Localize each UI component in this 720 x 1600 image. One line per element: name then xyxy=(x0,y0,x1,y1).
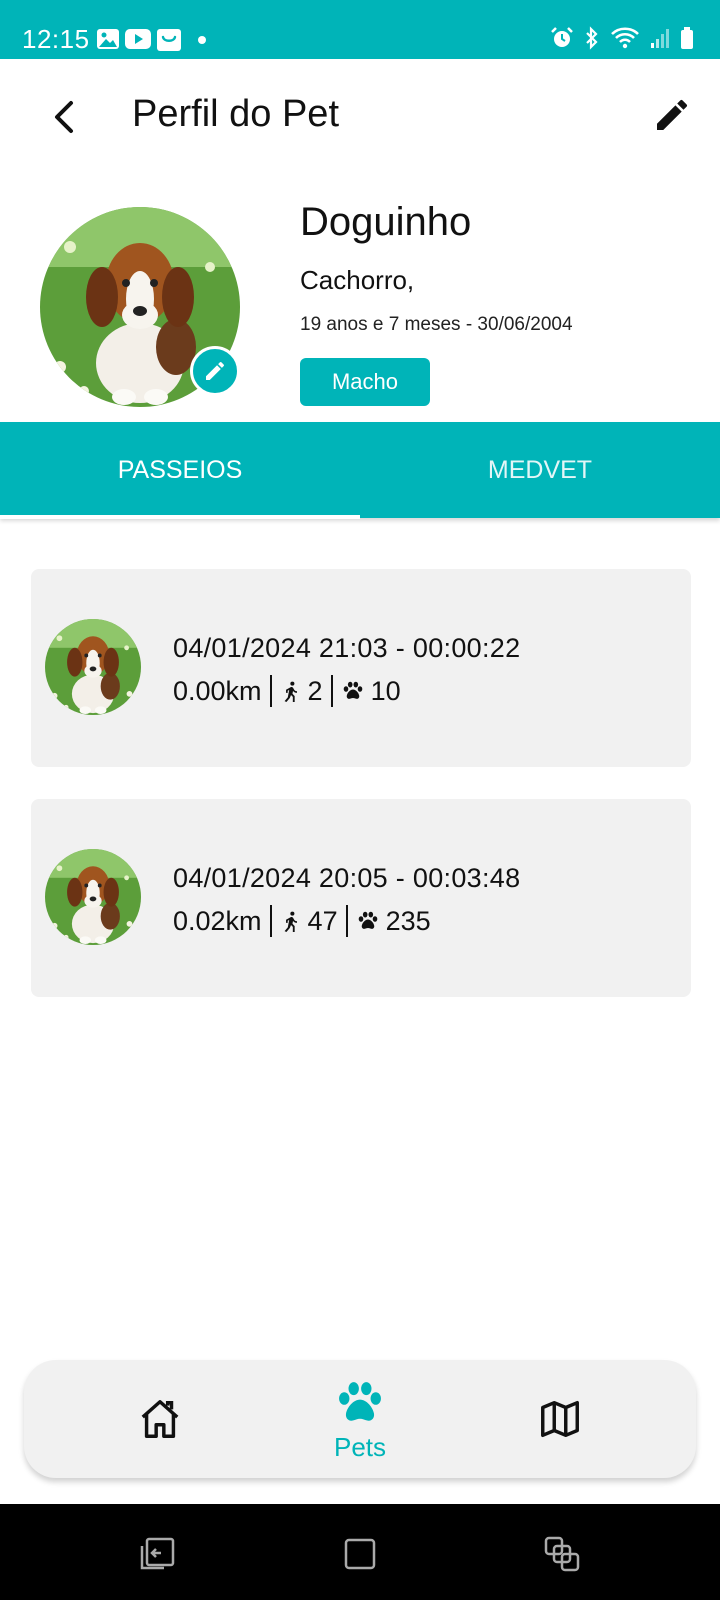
walk-stats: 0.00km 2 10 xyxy=(173,675,401,707)
recent-apps-icon xyxy=(140,1537,175,1570)
walk-paws: 235 xyxy=(385,905,431,936)
edit-pet-button[interactable] xyxy=(646,87,698,143)
divider xyxy=(269,905,272,937)
walk-pet-avatar xyxy=(45,619,141,715)
status-time: 12:15 xyxy=(22,24,90,54)
pet-name: Doguinho xyxy=(300,200,472,244)
pet-age: 19 anos e 7 meses - 30/06/2004 xyxy=(300,314,573,335)
paw-icon xyxy=(341,679,365,703)
pencil-icon xyxy=(657,99,688,130)
home-system-button[interactable] xyxy=(338,1534,382,1574)
walk-pet-avatar xyxy=(45,849,141,945)
back-arrow-icon xyxy=(55,101,73,133)
nav-pets[interactable]: Pets xyxy=(298,1360,422,1478)
divider xyxy=(345,905,348,937)
dog-photo xyxy=(45,849,141,945)
back-button[interactable] xyxy=(44,89,84,145)
avatar-edit-button[interactable] xyxy=(190,346,240,396)
status-bar: 12:15 xyxy=(0,0,720,59)
app-header: Perfil do Pet xyxy=(0,59,720,177)
status-icons xyxy=(550,26,694,50)
nav-home[interactable] xyxy=(98,1360,222,1478)
walk-card[interactable]: 04/01/2024 21:03 - 00:00:22 0.00km 2 10 xyxy=(31,569,691,767)
tab-medvet[interactable]: MEDVET xyxy=(360,422,720,518)
paw-icon xyxy=(331,1376,389,1430)
walk-stats: 0.02km 47 235 xyxy=(173,905,431,937)
walk-card[interactable]: 04/01/2024 20:05 - 00:03:48 0.02km 47 23… xyxy=(31,799,691,997)
recent-apps-button[interactable] xyxy=(136,1534,180,1574)
bottom-nav: Pets xyxy=(24,1360,696,1478)
battery-icon xyxy=(681,27,693,49)
back-system-button[interactable] xyxy=(540,1534,584,1574)
alarm-icon xyxy=(551,27,573,47)
walk-steps: 47 xyxy=(307,905,338,936)
overlap-squares-icon xyxy=(544,1536,580,1572)
youtube-icon xyxy=(125,29,151,49)
divider xyxy=(330,675,333,707)
divider xyxy=(269,675,272,707)
walk-steps: 2 xyxy=(307,675,323,706)
bluetooth-icon xyxy=(586,26,598,50)
nav-pets-label: Pets xyxy=(333,1431,387,1462)
map-icon xyxy=(541,1400,579,1438)
tab-bar: PASSEIOS MEDVET xyxy=(0,422,720,519)
sex-badge: Macho xyxy=(300,358,430,406)
walk-datetime: 04/01/2024 21:03 - 00:00:22 xyxy=(173,633,521,663)
shopping-bag-icon xyxy=(157,29,181,51)
pet-species: Cachorro, xyxy=(300,265,415,295)
walking-icon xyxy=(280,678,302,704)
system-nav-bar xyxy=(0,1504,720,1600)
walk-distance: 0.02km xyxy=(173,905,262,936)
tab-passeios[interactable]: PASSEIOS xyxy=(0,422,360,518)
dog-photo xyxy=(45,619,141,715)
home-icon xyxy=(141,1400,179,1438)
signal-icon xyxy=(651,29,669,48)
nav-map[interactable] xyxy=(498,1360,622,1478)
walk-distance: 0.00km xyxy=(173,675,262,706)
walk-datetime: 04/01/2024 20:05 - 00:03:48 xyxy=(173,863,521,893)
image-icon xyxy=(97,29,119,49)
walk-paws: 10 xyxy=(370,675,401,706)
square-home-icon xyxy=(344,1538,376,1570)
paw-icon xyxy=(356,909,380,933)
wifi-icon xyxy=(611,27,639,49)
dot-icon xyxy=(198,36,206,44)
walking-icon xyxy=(280,908,302,934)
page-title: Perfil do Pet xyxy=(132,93,339,135)
tab-indicator xyxy=(0,515,360,519)
pencil-icon xyxy=(206,361,225,380)
